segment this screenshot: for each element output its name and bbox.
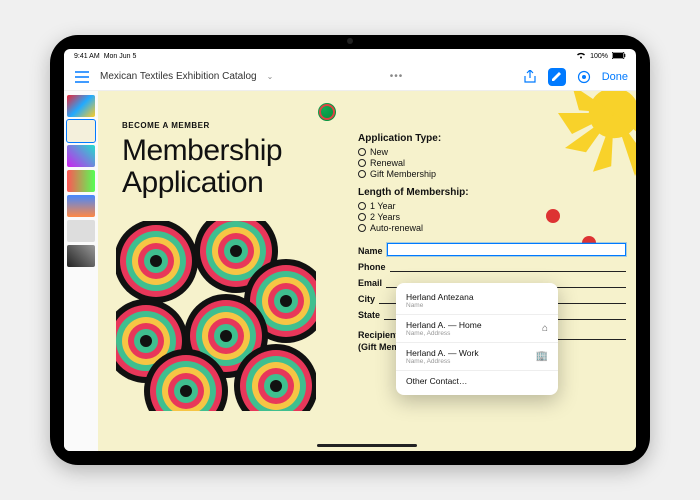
radio-option[interactable]: 2 Years	[358, 212, 626, 222]
text-field[interactable]	[390, 262, 626, 272]
home-indicator[interactable]	[317, 444, 417, 447]
app-type-label: Application Type:	[358, 133, 626, 144]
thumbnail-sidebar[interactable]	[64, 91, 98, 451]
document-page: BECOME A MEMBER Membership Application	[98, 91, 636, 451]
toolbar: Mexican Textiles Exhibition Catalog ⌄ ••…	[64, 63, 636, 91]
page-thumbnail[interactable]	[67, 145, 95, 167]
autofill-suggestion[interactable]: Herland A. — Home Name, Address ⌂	[396, 315, 558, 343]
page-thumbnail[interactable]	[67, 195, 95, 217]
decorative-spiral-art	[116, 221, 316, 411]
name-input[interactable]	[387, 243, 626, 256]
radio-option[interactable]: Gift Membership	[358, 169, 626, 179]
decorative-orb	[318, 103, 336, 121]
building-icon: 🏢	[536, 351, 548, 362]
field-label-name: Name	[358, 246, 383, 256]
autofill-other-contact[interactable]: Other Contact…	[396, 371, 558, 391]
status-bar: 9:41 AM Mon Jun 5 100%	[64, 49, 636, 63]
radio-option[interactable]: New	[358, 147, 626, 157]
radio-option[interactable]: Auto-renewal	[358, 223, 626, 233]
multitask-dots-icon[interactable]: •••	[390, 71, 404, 82]
page-thumbnail[interactable]	[67, 170, 95, 192]
radio-option[interactable]: Renewal	[358, 158, 626, 168]
length-label: Length of Membership:	[358, 187, 626, 198]
radio-icon	[358, 224, 366, 232]
home-icon: ⌂	[542, 323, 548, 334]
screen: 9:41 AM Mon Jun 5 100% Mexican Textiles …	[64, 49, 636, 451]
content-area: BECOME A MEMBER Membership Application	[64, 91, 636, 451]
page-headline: Membership Application	[122, 135, 282, 198]
share-icon[interactable]	[520, 67, 540, 87]
field-label-state: State	[358, 310, 380, 320]
field-label-phone: Phone	[358, 262, 386, 272]
done-button[interactable]: Done	[602, 71, 628, 83]
radio-icon	[358, 159, 366, 167]
radio-icon	[358, 213, 366, 221]
wifi-icon	[576, 51, 586, 61]
radio-icon	[358, 148, 366, 156]
redact-circle-icon[interactable]	[574, 67, 594, 87]
status-time: 9:41 AM	[74, 53, 100, 60]
front-camera	[347, 38, 353, 44]
radio-icon	[358, 170, 366, 178]
status-date: Mon Jun 5	[104, 53, 137, 60]
autofill-suggestion[interactable]: Herland A. — Work Name, Address 🏢	[396, 343, 558, 371]
page-thumbnail[interactable]	[67, 245, 95, 267]
field-label-city: City	[358, 294, 375, 304]
battery-icon	[612, 52, 626, 61]
page-thumbnail[interactable]	[67, 220, 95, 242]
chevron-down-icon[interactable]: ⌄	[267, 72, 274, 81]
page-thumbnail[interactable]	[67, 95, 95, 117]
battery-label: 100%	[590, 53, 608, 60]
field-label-email: Email	[358, 278, 382, 288]
autofill-popover: Herland Antezana Name Herland A. — Home …	[396, 283, 558, 395]
radio-option[interactable]: 1 Year	[358, 201, 626, 211]
radio-icon	[358, 202, 366, 210]
kicker-text: BECOME A MEMBER	[122, 121, 210, 130]
sidebar-toggle-icon[interactable]	[72, 67, 92, 87]
autofill-suggestion[interactable]: Herland Antezana Name	[396, 287, 558, 315]
annotate-icon[interactable]	[548, 68, 566, 86]
headline-line: Application	[122, 166, 263, 199]
document-title[interactable]: Mexican Textiles Exhibition Catalog	[100, 71, 257, 82]
page-thumbnail[interactable]	[67, 120, 95, 142]
ipad-frame: 9:41 AM Mon Jun 5 100% Mexican Textiles …	[50, 35, 650, 465]
headline-line: Membership	[122, 134, 282, 167]
